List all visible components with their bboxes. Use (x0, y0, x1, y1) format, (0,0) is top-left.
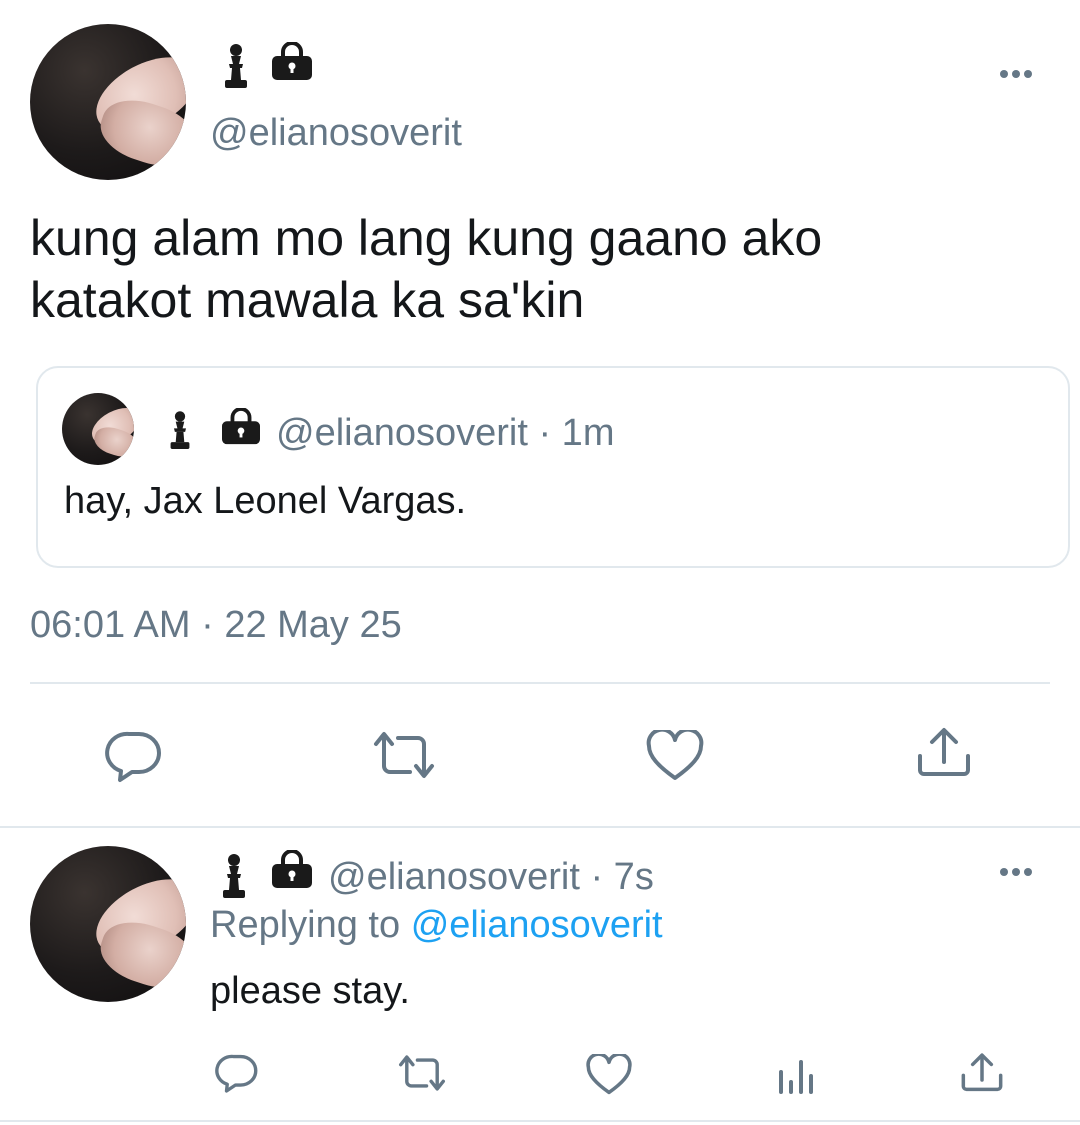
divider (30, 682, 1050, 684)
quoted-handle-time[interactable]: @elianosoverit · 1m (276, 410, 614, 456)
divider (0, 826, 1080, 828)
analytics-icon[interactable] (776, 1056, 816, 1096)
divider (0, 1120, 1080, 1122)
tweet-text-line-1: kung alam mo lang kung gaano ako (30, 210, 823, 266)
lock-icon (270, 41, 314, 82)
replying-to-line: Replying to @elianosoverit (210, 902, 663, 948)
replying-prefix: Replying to (210, 904, 401, 946)
share-icon[interactable] (960, 1052, 1004, 1094)
reply-handle-time[interactable]: @elianosoverit · 7s (328, 854, 654, 900)
reply-tweet-text: please stay. (210, 970, 410, 1012)
replying-handle-link[interactable]: @elianosoverit (411, 904, 663, 946)
quoted-tweet-text: hay, Jax Leonel Vargas. (64, 480, 467, 522)
reply-icon[interactable] (104, 728, 164, 784)
pawn-icon (220, 852, 248, 902)
pawn-icon (222, 42, 250, 92)
more-dots-icon[interactable] (996, 66, 1036, 82)
reply-icon[interactable] (214, 1052, 260, 1094)
lock-icon (270, 849, 314, 890)
tweet-timestamp[interactable]: 06:01 AM · 22 May 25 (30, 602, 402, 648)
avatar[interactable] (30, 24, 186, 180)
quoted-avatar[interactable] (62, 393, 134, 465)
retweet-icon[interactable] (370, 730, 438, 780)
quoted-tweet-card[interactable] (36, 366, 1070, 568)
share-icon[interactable] (916, 726, 972, 780)
pawn-icon (168, 408, 192, 454)
like-icon[interactable] (586, 1054, 632, 1096)
user-handle[interactable]: @elianosoverit (210, 110, 462, 156)
lock-icon (220, 407, 262, 446)
like-icon[interactable] (646, 730, 704, 782)
retweet-icon[interactable] (396, 1054, 448, 1092)
reply-avatar[interactable] (30, 846, 186, 1002)
tweet-text-line-2: katakot mawala ka sa'kin (30, 272, 585, 328)
more-dots-icon[interactable] (996, 864, 1036, 880)
